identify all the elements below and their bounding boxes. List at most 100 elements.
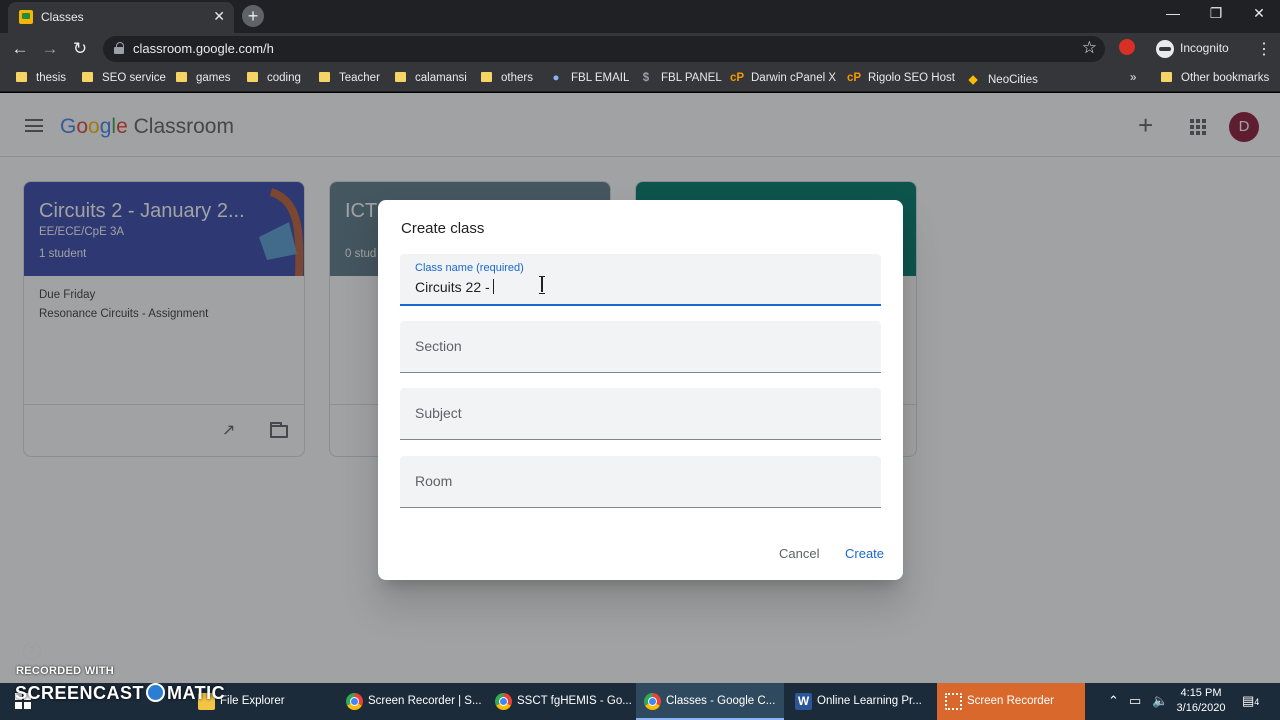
bookmark-label: Teacher [339,72,380,84]
notification-count: 4 [1254,697,1260,707]
create-button[interactable]: Create [845,546,884,561]
network-icon[interactable]: ▭ [1129,693,1141,709]
folder-icon [82,72,93,82]
back-arrow-icon[interactable]: ← [9,39,31,59]
restore-icon[interactable]: ❐ [1201,5,1231,22]
tab-title: Classes [41,10,84,24]
watermark-logo: SCREENCAST MATIC [15,683,225,704]
url-text: classroom.google.com/h [133,41,274,56]
browser-menu-icon[interactable]: ⋮ [1256,39,1272,59]
reload-icon[interactable]: ↻ [69,39,91,59]
bookmark-label: others [501,72,533,84]
taskbar-label: Classes - Google C... [666,695,776,707]
notifications-icon[interactable]: ▤4 [1242,693,1259,709]
section-field[interactable]: Section [400,321,881,373]
class-name-field[interactable]: Class name (required) Circuits 22 - [400,254,881,306]
bookmark-teacher[interactable]: Teacher [319,72,380,84]
classroom-favicon-icon [19,10,33,24]
window-close-icon[interactable]: ✕ [1244,5,1274,22]
lock-icon [114,42,124,54]
bookmark-label: FBL EMAIL [571,72,630,84]
screen: Classes ✕ + — ❐ ✕ ← → ↻ classroom.google… [0,0,1280,720]
watermark-text-a: SCREENCAST [15,683,145,703]
bookmark-fbl-email[interactable]: ● FBL EMAIL [550,72,630,84]
folder-icon [481,72,492,82]
bookmark-rigolo-seo-host[interactable]: cP Rigolo SEO Host [847,72,955,84]
class-name-label: Class name (required) [415,262,524,274]
clock-date: 3/16/2020 [1176,702,1226,714]
tray-chevron-icon[interactable]: ⌃ [1108,693,1119,709]
incognito-label: Incognito [1180,41,1229,55]
taskbar-label: Online Learning Pr... [817,695,922,707]
taskbar-online-learning-word[interactable]: W Online Learning Pr... [787,683,935,720]
cpanel-icon: cP [847,72,862,84]
volume-icon[interactable]: 🔈 [1152,693,1168,709]
taskbar-label: SSCT fgHEMIS - Go... [517,695,632,707]
cat-icon: ◆ [968,74,978,86]
watermark-recorded-with: RECORDED WITH [16,665,115,677]
watermark-text-b: MATIC [167,683,226,703]
bookmark-label: thesis [36,72,67,84]
globe-icon: ● [552,72,560,84]
create-class-dialog: Create class Class name (required) Circu… [378,200,903,580]
taskbar-screen-recorder-chrome[interactable]: Screen Recorder | S... [338,683,484,720]
taskbar-screen-recorder[interactable]: Screen Recorder [937,683,1085,720]
bookmark-thesis[interactable]: thesis [16,72,66,84]
bookmarks-overflow-icon[interactable]: » [1130,72,1136,84]
bookmark-seo-service[interactable]: SEO service [82,72,166,84]
system-clock[interactable]: 4:15 PM 3/16/2020 [1174,686,1228,716]
cpanel-icon: cP [730,72,745,84]
bookmark-neocities[interactable]: ◆ NeoCities [967,72,1038,86]
extension-icon[interactable] [1119,39,1135,55]
forward-arrow-icon[interactable]: → [39,39,61,59]
address-bar[interactable]: classroom.google.com/h ☆ [103,36,1105,62]
bookmark-label: Other bookmarks [1181,72,1270,84]
incognito-icon [1156,39,1174,58]
bookmark-fbl-panel[interactable]: $ FBL PANEL [640,72,722,84]
bookmark-darwin-cpanel[interactable]: cP Darwin cPanel X [730,72,836,84]
screencast-ring-icon [146,683,166,702]
browser-tab-classes[interactable]: Classes ✕ [8,2,234,33]
help-icon[interactable]: ? [23,642,41,660]
dollar-icon: $ [642,72,650,84]
bookmark-label: SEO service [102,72,166,84]
clock-time: 4:15 PM [1180,687,1222,699]
folder-icon [395,72,406,82]
chrome-icon [495,693,512,710]
bookmark-label: FBL PANEL [661,72,722,84]
subject-field[interactable]: Subject [400,388,881,440]
bookmark-label: Rigolo SEO Host [868,72,955,84]
bookmark-others[interactable]: others [481,72,533,84]
bookmark-coding[interactable]: coding [247,72,301,84]
incognito-indicator[interactable]: Incognito [1150,37,1237,59]
bookmark-label: calamansi [415,72,467,84]
room-placeholder: Room [415,473,453,489]
cancel-button[interactable]: Cancel [779,546,819,561]
taskbar-label: File Explorer [220,695,285,707]
tab-close-icon[interactable]: ✕ [213,8,225,25]
class-name-value[interactable]: Circuits 22 - [415,279,494,295]
browser-tabstrip: Classes ✕ + — ❐ ✕ [0,0,1280,33]
bookmarks-bar: thesis SEO service games coding Teacher … [0,65,1280,92]
dialog-title: Create class [401,220,485,237]
folder-icon [319,72,330,82]
taskbar-label: Screen Recorder | S... [368,695,482,707]
subject-placeholder: Subject [415,405,462,421]
minimize-icon[interactable]: — [1158,5,1188,21]
taskbar-classes-google[interactable]: Classes - Google C... [636,683,784,720]
bookmark-label: Darwin cPanel X [751,72,837,84]
taskbar-ssct-fghemis[interactable]: SSCT fgHEMIS - Go... [487,683,633,720]
section-placeholder: Section [415,338,462,354]
bookmark-other-bookmarks[interactable]: Other bookmarks [1161,72,1269,84]
bookmark-games[interactable]: games [176,72,231,84]
bookmark-star-icon[interactable]: ☆ [1082,38,1097,58]
chrome-icon [644,693,661,710]
new-tab-button[interactable]: + [242,5,264,27]
recorder-icon [945,693,962,710]
bookmark-label: coding [267,72,301,84]
browser-toolbar: ← → ↻ classroom.google.com/h ☆ [0,33,1280,65]
bookmark-label: games [196,72,231,84]
room-field[interactable]: Room [400,456,881,508]
folder-icon [247,72,258,82]
bookmark-calamansi[interactable]: calamansi [395,72,467,84]
